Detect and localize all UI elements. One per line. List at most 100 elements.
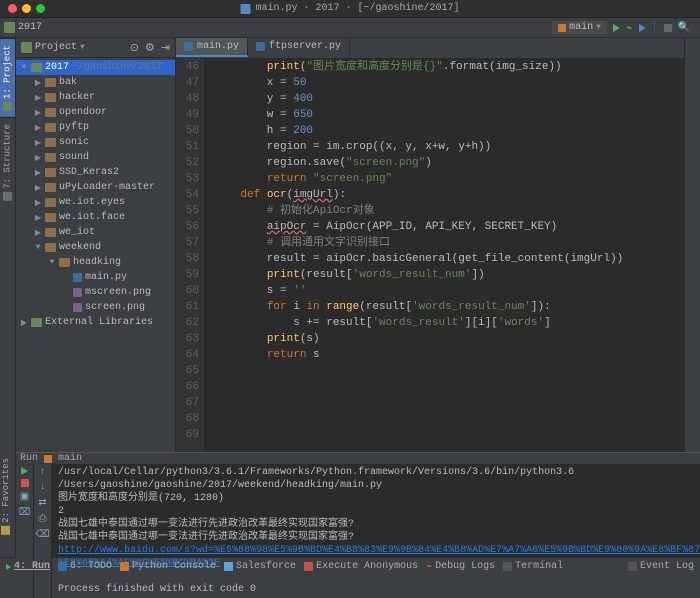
tree-node[interactable]: ▶we.iot.eyes [16, 195, 175, 210]
line-gutter: 4647484950515253545556575859606162636465… [176, 58, 204, 452]
tab-main-py[interactable]: main.py [176, 38, 248, 57]
tree-node[interactable]: ▶uPyLoader-master [16, 180, 175, 195]
tree-node[interactable]: ▼headking [16, 255, 175, 270]
run-toolbar-left: ▣ ⌧ [16, 464, 34, 598]
up-button[interactable]: ↑ [39, 467, 45, 478]
python-file-icon [256, 42, 265, 51]
left-tool-gutter: 1: Project 7: Structure [0, 38, 16, 452]
breadcrumb-project[interactable]: 2017 [18, 22, 42, 33]
folder-icon [21, 42, 32, 53]
run-panel-config: main [58, 453, 82, 464]
tool-tab-debug-logs[interactable]: ⌁Debug Logs [426, 561, 495, 573]
editor-area: main.py ftpserver.py 4647484950515253545… [176, 38, 684, 452]
wrap-button[interactable]: ⇄ [38, 497, 46, 509]
tree-node[interactable]: ▶SSD_Keras2 [16, 165, 175, 180]
pause-button[interactable]: ▣ [20, 491, 29, 503]
tree-node[interactable]: ▶we.iot.face [16, 210, 175, 225]
run-output[interactable]: /usr/local/Cellar/python3/3.6.1/Framewor… [52, 464, 700, 598]
bug-icon: ⌁ [426, 561, 432, 573]
down-button[interactable]: ↓ [39, 482, 45, 493]
titlebar: main.py - 2017 - [~/gaoshine/2017] [0, 0, 700, 18]
tool-tab-python-console[interactable]: Python Console [120, 561, 216, 572]
python-file-icon [240, 4, 250, 14]
separator: | [652, 22, 658, 33]
run-button[interactable] [613, 24, 620, 32]
tree-node[interactable]: ▼weekend [16, 240, 175, 255]
exit-button[interactable]: ⌧ [19, 507, 31, 519]
run-panel-title: Run [20, 453, 38, 464]
tool-tab-structure[interactable]: 7: Structure [0, 117, 15, 207]
tree-node[interactable]: ▶hacker [16, 90, 175, 105]
close-icon[interactable] [8, 4, 17, 13]
tree-node[interactable]: ▶we_iot [16, 225, 175, 240]
tab-ftpserver-py[interactable]: ftpserver.py [248, 38, 350, 57]
debug-button[interactable]: ⌁ [626, 21, 633, 35]
collapse-icon[interactable]: ⊙ [130, 41, 139, 55]
hide-icon[interactable]: ⇥ [161, 41, 170, 55]
tree-node[interactable]: main.py [16, 270, 175, 285]
search-icon[interactable]: 🔍 [678, 22, 690, 34]
project-panel-title[interactable]: Project [35, 42, 77, 53]
run-config-label: main [569, 22, 593, 33]
run-toolbar-right: ↑ ↓ ⇄ ⎙ ⌫ [34, 464, 52, 598]
project-panel-header: Project ▼ ⊙ ⚙ ⇥ [16, 38, 175, 58]
structure-icon [3, 192, 12, 201]
folder-icon [4, 22, 15, 33]
tree-node[interactable]: ▶sound [16, 150, 175, 165]
chevron-down-icon[interactable]: ▼ [80, 43, 85, 52]
tool-tab-execute-anonymous[interactable]: Execute Anonymous [304, 561, 418, 572]
tool-tab-terminal[interactable]: Terminal [503, 561, 563, 572]
clear-button[interactable]: ⌫ [35, 529, 49, 541]
left-tool-gutter-bottom: 2: Favorites [0, 452, 16, 557]
run-panel-header: Run main [16, 453, 700, 464]
stop-button[interactable] [21, 479, 29, 487]
minimize-icon[interactable] [22, 4, 31, 13]
tool-tab-project[interactable]: 1: Project [0, 38, 15, 117]
navigation-bar: 2017 main ▼ ⌁ | 🔍 [0, 18, 700, 38]
window-title: main.py - 2017 - [~/gaoshine/2017] [240, 3, 459, 14]
run-config-selector[interactable]: main ▼ [552, 21, 607, 34]
tree-node[interactable]: ▼2017 ~/gaoshine/2017 [16, 60, 175, 75]
tree-node[interactable]: ▶opendoor [16, 105, 175, 120]
title-text: main.py - 2017 - [~/gaoshine/2017] [255, 3, 459, 14]
project-panel: Project ▼ ⊙ ⚙ ⇥ ▼2017 ~/gaoshine/2017▶ba… [16, 38, 176, 452]
stop-button[interactable] [664, 24, 672, 32]
code-editor[interactable]: 4647484950515253545556575859606162636465… [176, 58, 684, 452]
tool-tab-favorites[interactable]: 2: Favorites [0, 452, 12, 541]
tree-node[interactable]: ▶bak [16, 75, 175, 90]
window-controls [0, 4, 45, 13]
print-button[interactable]: ⎙ [39, 513, 47, 525]
execute-icon [304, 562, 313, 571]
tree-node[interactable]: ▶External Libraries [16, 315, 175, 330]
tree-node[interactable]: mscreen.png [16, 285, 175, 300]
run-icon [6, 564, 11, 570]
project-icon [3, 102, 12, 111]
editor-tabs: main.py ftpserver.py [176, 38, 684, 58]
terminal-icon [503, 562, 512, 571]
tool-tab-todo[interactable]: 6: TODO [58, 561, 112, 572]
tree-node[interactable]: screen.png [16, 300, 175, 315]
star-icon [2, 526, 11, 535]
code-content[interactable]: print("图片宽度和高度分别是{}".format(img_size)) x… [204, 58, 684, 452]
run-coverage-button[interactable] [639, 24, 646, 32]
python-icon [44, 455, 52, 463]
tree-node[interactable]: ▶sonic [16, 135, 175, 150]
right-tool-gutter [684, 38, 700, 452]
python-icon [558, 24, 566, 32]
rerun-button[interactable] [21, 467, 28, 475]
todo-icon [58, 562, 67, 571]
cloud-icon [224, 562, 233, 571]
python-file-icon [184, 42, 193, 51]
project-tree[interactable]: ▼2017 ~/gaoshine/2017▶bak▶hacker▶opendoo… [16, 58, 175, 452]
toolbar: main ▼ ⌁ | 🔍 [552, 21, 696, 35]
event-log-button[interactable]: Event Log [628, 561, 694, 572]
chevron-down-icon: ▼ [596, 23, 601, 32]
tool-tab-run[interactable]: 4: Run [6, 561, 50, 572]
tool-tab-salesforce[interactable]: Salesforce [224, 561, 296, 572]
maximize-icon[interactable] [36, 4, 45, 13]
settings-icon[interactable]: ⚙ [145, 41, 155, 55]
run-panel: Run main ▣ ⌧ ↑ ↓ ⇄ ⎙ ⌫ /usr/local/Cellar… [16, 452, 700, 557]
python-icon [120, 562, 129, 571]
log-icon [628, 562, 637, 571]
tree-node[interactable]: ▶pyftp [16, 120, 175, 135]
